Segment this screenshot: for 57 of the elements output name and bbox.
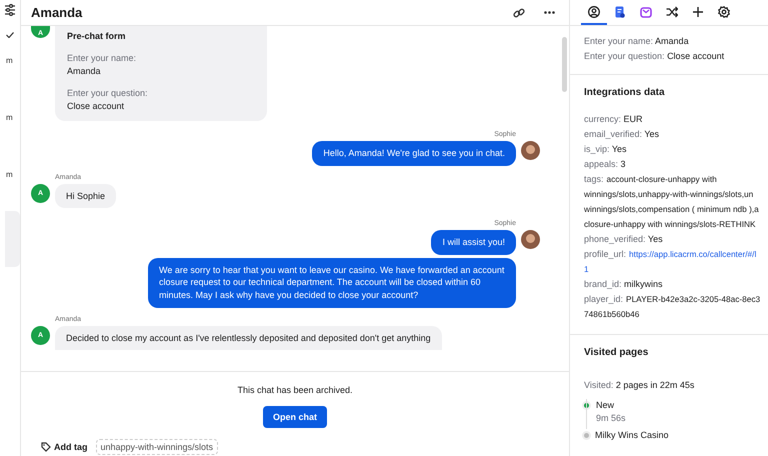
field-row-text: Enter your name: Amanda	[584, 35, 690, 48]
settings-icon	[718, 6, 730, 18]
field-value: Amanda	[67, 66, 102, 76]
tag-icon	[41, 442, 51, 452]
scrollbar-thumb	[562, 37, 567, 92]
profile-link[interactable]: https://app.licacrm.co/callcenter/#/l	[629, 249, 756, 259]
add-tag-button[interactable]: Add tag	[41, 442, 88, 452]
field-row-text: Enter your question: Close account	[584, 50, 726, 63]
field-value: Close account	[67, 101, 126, 111]
field-row-text: brand_id: milkywins	[584, 278, 664, 291]
field-value: winnings/slots,unhappy-with-winnings/slots,un	[584, 188, 754, 201]
message-bubble: I will assist you!	[431, 230, 516, 255]
field-row-text: is_vip: Yes	[584, 143, 628, 156]
field-label: profile_url:	[584, 249, 626, 259]
open-chat-button[interactable]: Open chat	[262, 406, 327, 428]
message-bubble: We are sorry to hear that you want to leave our casino. We have forwarded an account closure request to our technical department. The account will be closed within 60 minutes. May I ask why have you decided to close your account?	[148, 258, 516, 308]
message-bubble: Hi Sophie	[55, 184, 116, 208]
time-label: m	[6, 56, 14, 65]
time-label: m	[6, 113, 14, 122]
field-value: account-closure-unhappy with	[606, 174, 717, 184]
field-value: 74861b560b46	[584, 308, 640, 321]
mailbox-icon	[640, 6, 652, 18]
agent-avatar	[521, 141, 540, 160]
filter-icon	[5, 4, 15, 16]
field-row-text: email_verified: Yes	[584, 128, 660, 141]
message-bubble: Decided to close my account as I've relentlessly deposited and deposited don't get anything	[55, 326, 442, 350]
field-row-text: appeals: 3	[584, 158, 627, 171]
chat-title: Amanda	[31, 5, 84, 20]
field-label: tags:	[584, 174, 604, 184]
field-label: Enter your name:	[67, 53, 138, 63]
document-icon	[614, 6, 626, 18]
profile-link[interactable]: 1	[584, 262, 768, 277]
shuffle-icon	[666, 6, 678, 18]
card-title: Pre-chat form	[67, 31, 127, 41]
message-bubble: Hello, Amanda! We're glad to see you in chat.	[312, 141, 516, 166]
field-label: player_id:	[584, 294, 624, 304]
field-value: winnings/slots,compensation ( minimum ndb ),a	[584, 203, 760, 216]
tag-chip: unhappy-with-winnings/slots	[96, 439, 218, 455]
page-title: Milky Wins Casino	[595, 429, 669, 442]
field-row-text: Visited: 2 pages in 22m 45s	[584, 379, 696, 392]
plus-icon	[692, 6, 704, 18]
section-title: Visited pages	[584, 347, 650, 358]
section-title: Integrations data	[584, 87, 666, 98]
field-label: Enter your question:	[67, 88, 149, 98]
field-row-text: currency: EUR	[584, 113, 644, 126]
field-value: PLAYER-b42e3a2c-3205-48ac-8ec3	[626, 294, 760, 304]
person-icon	[588, 6, 600, 18]
check-icon	[6, 32, 14, 38]
page-title: New	[596, 399, 616, 412]
time-label: m	[6, 170, 14, 179]
archived-notice: This chat has been archived.	[237, 385, 353, 395]
link-icon	[513, 6, 525, 18]
visit-duration: 9m 56s	[596, 412, 626, 425]
field-value: closure-unhappy with winnings/slots-RETHINK	[584, 218, 757, 231]
more-icon	[544, 11, 554, 14]
field-row-text: phone_verified: Yes	[584, 233, 664, 246]
agent-avatar	[521, 230, 540, 250]
